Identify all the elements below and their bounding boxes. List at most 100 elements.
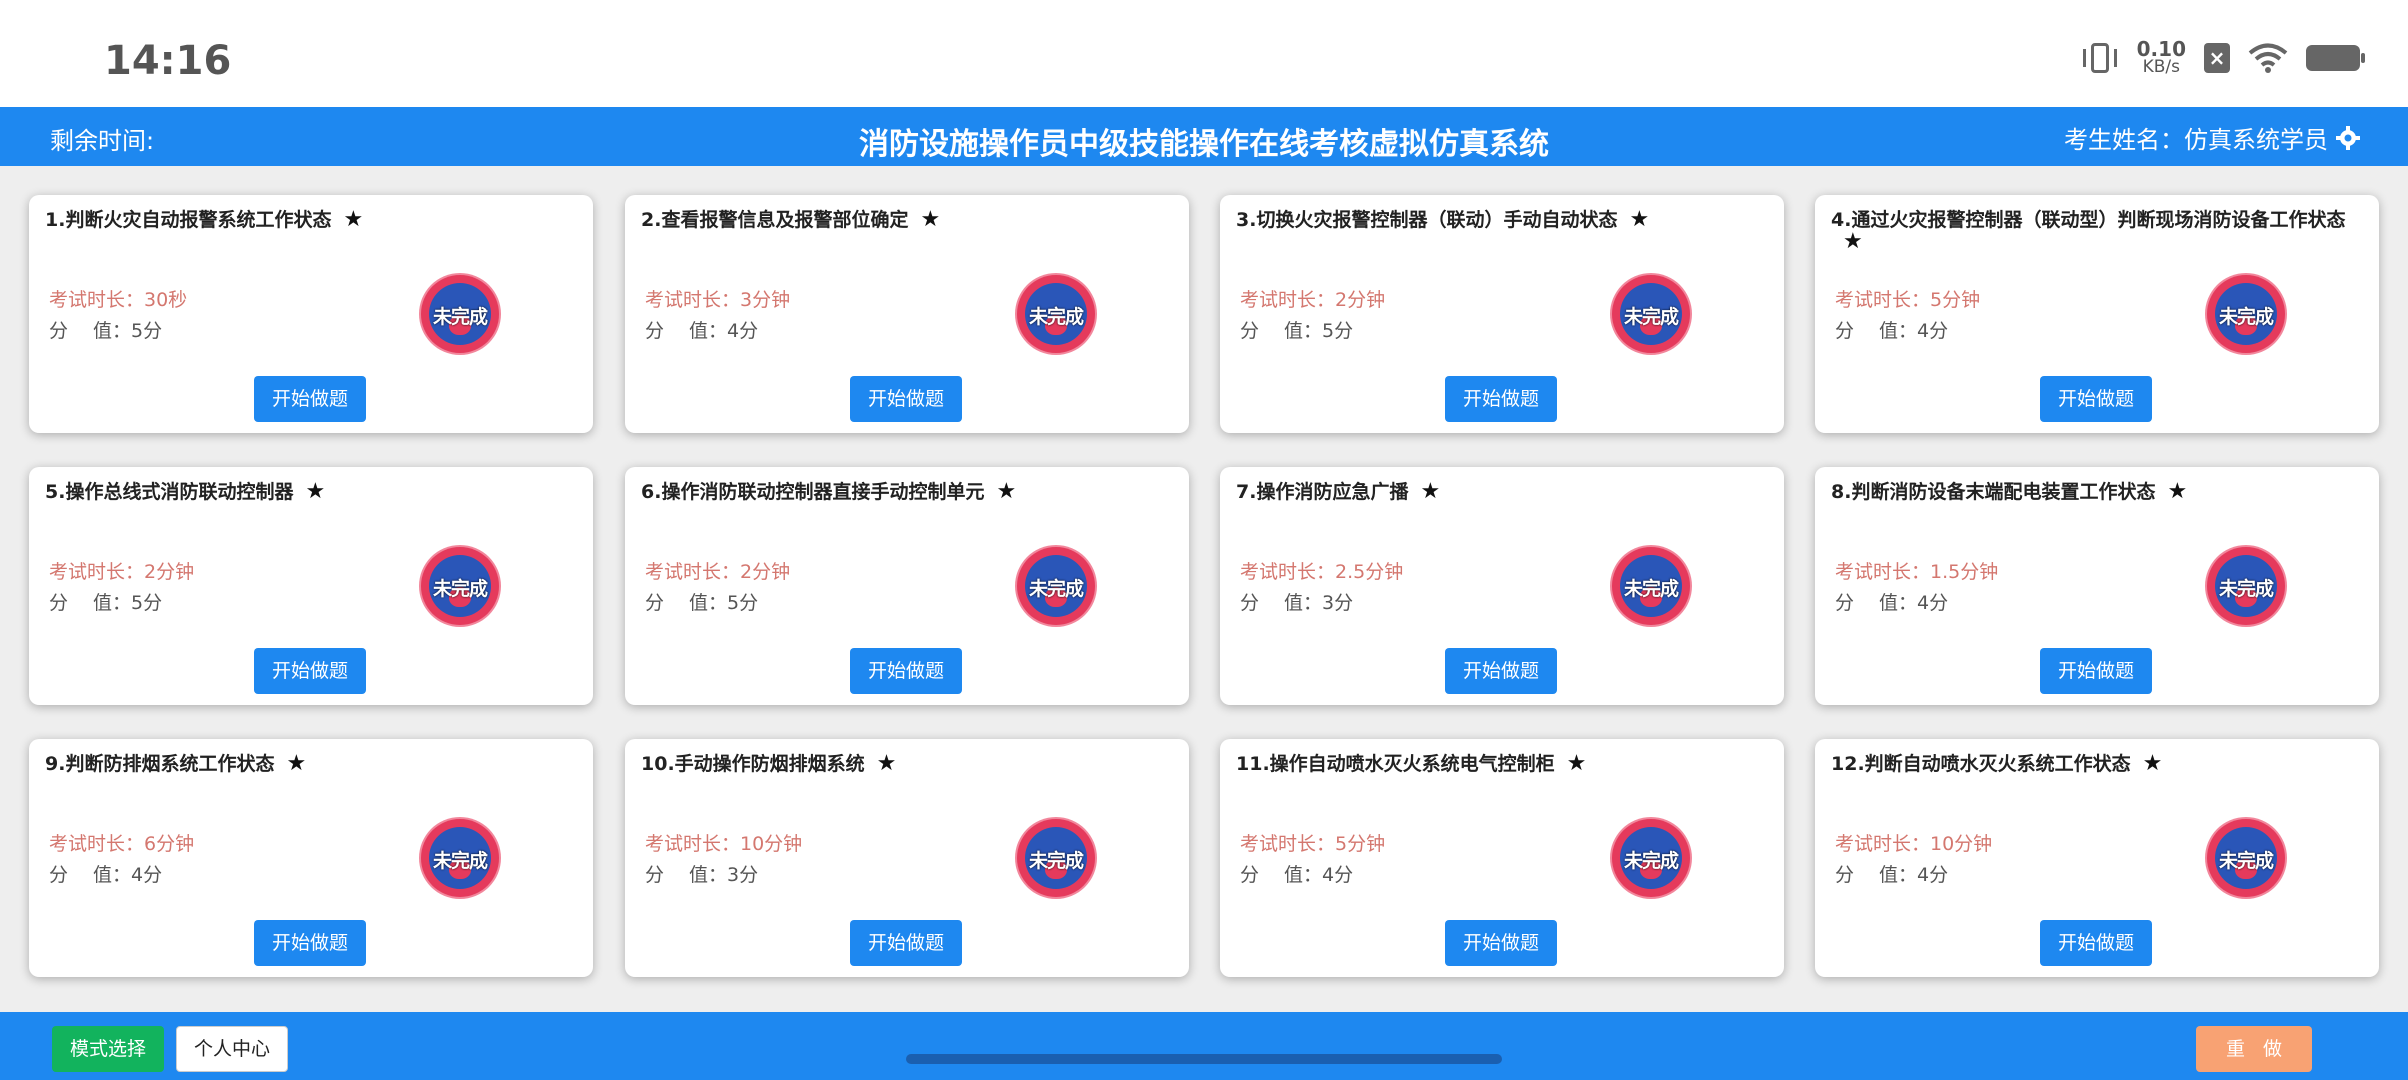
task-duration: 考试时长：2.5分钟	[1240, 561, 1404, 583]
battery-icon	[2306, 45, 2365, 71]
task-grid: 1.判断火灾自动报警系统工作状态 ★ 考试时长：30秒分 值：5分 未完成 开始做题 2.…	[0, 166, 2408, 1012]
task-card: 9.判断防排烟系统工作状态 ★ 考试时长：6分钟分 值：4分 未完成开始做题	[29, 739, 593, 977]
incomplete-badge-icon: 未完成	[421, 819, 499, 897]
task-card: 4.通过火灾报警控制器（联动型）判断现场消防设备工作状态★ 考试时长：5分钟分 值…	[1815, 195, 2379, 433]
task-title-text: 1.判断火灾自动报警系统工作状态	[45, 209, 332, 231]
badge-text: 未完成	[1028, 578, 1084, 600]
status-bar: 14:16 0.10 KB/s ×	[0, 0, 2408, 107]
task-duration: 考试时长：2分钟	[645, 561, 791, 583]
task-duration: 考试时长：30秒	[49, 289, 188, 311]
incomplete-badge-icon: 未完成	[2207, 275, 2285, 353]
home-indicator[interactable]	[906, 1054, 1502, 1064]
task-card: 10.手动操作防烟排烟系统 ★ 考试时长：10分钟分 值：3分 未完成 开始做题	[625, 739, 1189, 977]
task-title: 1.判断火灾自动报警系统工作状态 ★	[45, 207, 577, 232]
app-header: 剩余时间: 消防设施操作员中级技能操作在线考核虚拟仿真系统 考生姓名：仿真系统学…	[0, 107, 2408, 166]
task-score: 分 值：4分	[1835, 592, 1949, 614]
star-icon: ★	[2167, 479, 2188, 504]
task-score: 分 值：5分	[49, 592, 163, 614]
task-card: 12.判断自动喷水灭火系统工作状态 ★ 考试时长：10分钟分 值：4分 未完成 开始做题	[1815, 739, 2379, 977]
task-score: 分 值：4分	[645, 320, 759, 342]
task-title: 3.切换火灾报警控制器（联动）手动自动状态 ★	[1236, 209, 1768, 232]
gear-icon[interactable]	[2336, 125, 2360, 150]
task-title-text: 2.查看报警信息及报警部位确定	[641, 209, 909, 231]
wifi-icon	[2248, 43, 2288, 73]
task-card: 11.操作自动喷水灭火系统电气控制柜 ★ 考试时长：5分钟分 值：4分 未完成开始做题	[1220, 739, 1784, 977]
mode-select-button[interactable]: 模式选择	[52, 1026, 164, 1072]
badge-text: 未完成	[1623, 306, 1679, 328]
examinee-info[interactable]: 考生姓名：仿真系统学员	[2064, 120, 2360, 155]
status-icons: 0.10 KB/s ×	[2081, 39, 2365, 76]
task-title: 7.操作消防应急广播 ★	[1236, 479, 1768, 504]
network-speed: 0.10 KB/s	[2137, 39, 2186, 76]
badge-text: 未完成	[2218, 578, 2274, 600]
incomplete-badge-icon: 未完成	[1017, 275, 1095, 353]
star-icon: ★	[1420, 479, 1441, 504]
badge-text: 未完成	[2218, 306, 2274, 328]
footer-bar: 模式选择 个人中心 重做	[0, 1012, 2408, 1080]
task-score: 分 值：3分	[645, 864, 759, 886]
task-score: 分 值：5分	[1240, 320, 1354, 342]
task-title: 12.判断自动喷水灭火系统工作状态 ★	[1831, 753, 2363, 776]
status-time: 14:16	[104, 38, 232, 84]
task-title-text: 11.操作自动喷水灭火系统电气控制柜	[1236, 753, 1555, 775]
task-duration: 考试时长：3分钟	[645, 289, 791, 311]
badge-text: 未完成	[1623, 850, 1679, 872]
start-task-button[interactable]: 开始做题	[1445, 920, 1557, 966]
task-score: 分 值：4分	[49, 864, 163, 886]
task-title-text: 5.操作总线式消防联动控制器	[45, 481, 294, 503]
incomplete-badge-icon: 未完成	[2207, 819, 2285, 897]
start-task-button[interactable]: 开始做题	[850, 376, 962, 422]
start-task-button[interactable]: 开始做题	[254, 920, 366, 966]
task-card: 5.操作总线式消防联动控制器 ★ 考试时长：2分钟分 值：5分 未完成 开始做题	[29, 467, 593, 705]
task-duration: 考试时长：2分钟	[1240, 289, 1386, 311]
task-title-text: 8.判断消防设备末端配电装置工作状态	[1831, 481, 2156, 503]
sim-off-icon: ×	[2204, 43, 2230, 73]
task-card: 8.判断消防设备末端配电装置工作状态 ★ 考试时长：1.5分钟分 值：4分 未完成 开始…	[1815, 467, 2379, 705]
badge-text: 未完成	[1623, 578, 1679, 600]
task-title-text: 10.手动操作防烟排烟系统	[641, 753, 865, 775]
task-title: 11.操作自动喷水灭火系统电气控制柜 ★	[1236, 751, 1768, 776]
task-duration: 考试时长：10分钟	[1835, 833, 1993, 855]
start-task-button[interactable]: 开始做题	[850, 648, 962, 694]
task-title: 5.操作总线式消防联动控制器 ★	[45, 479, 577, 504]
start-task-button[interactable]: 开始做题	[1445, 376, 1557, 422]
personal-center-button[interactable]: 个人中心	[176, 1026, 288, 1072]
task-duration: 考试时长：10分钟	[645, 833, 803, 855]
task-score: 分 值：4分	[1240, 864, 1354, 886]
task-score: 分 值：4分	[1835, 320, 1949, 342]
star-icon: ★	[1843, 229, 1863, 254]
incomplete-badge-icon: 未完成	[2207, 547, 2285, 625]
star-icon: ★	[286, 751, 307, 776]
task-title-text: 12.判断自动喷水灭火系统工作状态	[1831, 753, 2131, 775]
task-title: 9.判断防排烟系统工作状态 ★	[45, 751, 577, 776]
star-icon: ★	[305, 479, 326, 504]
badge-text: 未完成	[432, 850, 488, 872]
badge-text: 未完成	[2218, 850, 2274, 872]
task-card: 3.切换火灾报警控制器（联动）手动自动状态 ★ 考试时长：2分钟分 值：5分 未完成开…	[1220, 195, 1784, 433]
task-duration: 考试时长：6分钟	[49, 833, 195, 855]
incomplete-badge-icon: 未完成	[421, 275, 499, 353]
incomplete-badge-icon: 未完成	[1612, 547, 1690, 625]
start-task-button[interactable]: 开始做题	[254, 376, 366, 422]
star-icon: ★	[343, 207, 364, 232]
incomplete-badge-icon: 未完成	[421, 547, 499, 625]
task-title-text: 9.判断防排烟系统工作状态	[45, 753, 275, 775]
task-card: 6.操作消防联动控制器直接手动控制单元 ★ 考试时长：2分钟分 值：5分 未完成 开始做…	[625, 467, 1189, 705]
task-duration: 考试时长：5分钟	[1240, 833, 1386, 855]
task-title: 4.通过火灾报警控制器（联动型）判断现场消防设备工作状态★	[1831, 209, 2363, 253]
incomplete-badge-icon: 未完成	[1017, 819, 1095, 897]
start-task-button[interactable]: 开始做题	[2040, 920, 2152, 966]
incomplete-badge-icon: 未完成	[1612, 275, 1690, 353]
start-task-button[interactable]: 开始做题	[2040, 648, 2152, 694]
task-title-text: 3.切换火灾报警控制器（联动）手动自动状态	[1236, 209, 1618, 231]
task-card: 1.判断火灾自动报警系统工作状态 ★ 考试时长：30秒分 值：5分 未完成 开始做题	[29, 195, 593, 433]
vibrate-icon	[2081, 41, 2119, 75]
start-task-button[interactable]: 开始做题	[1445, 648, 1557, 694]
start-task-button[interactable]: 开始做题	[2040, 376, 2152, 422]
star-icon: ★	[1566, 751, 1587, 776]
star-icon: ★	[920, 207, 941, 232]
task-card: 2.查看报警信息及报警部位确定 ★ 考试时长：3分钟分 值：4分 未完成开始做题	[625, 195, 1189, 433]
start-task-button[interactable]: 开始做题	[850, 920, 962, 966]
start-task-button[interactable]: 开始做题	[254, 648, 366, 694]
redo-button[interactable]: 重做	[2196, 1026, 2312, 1072]
